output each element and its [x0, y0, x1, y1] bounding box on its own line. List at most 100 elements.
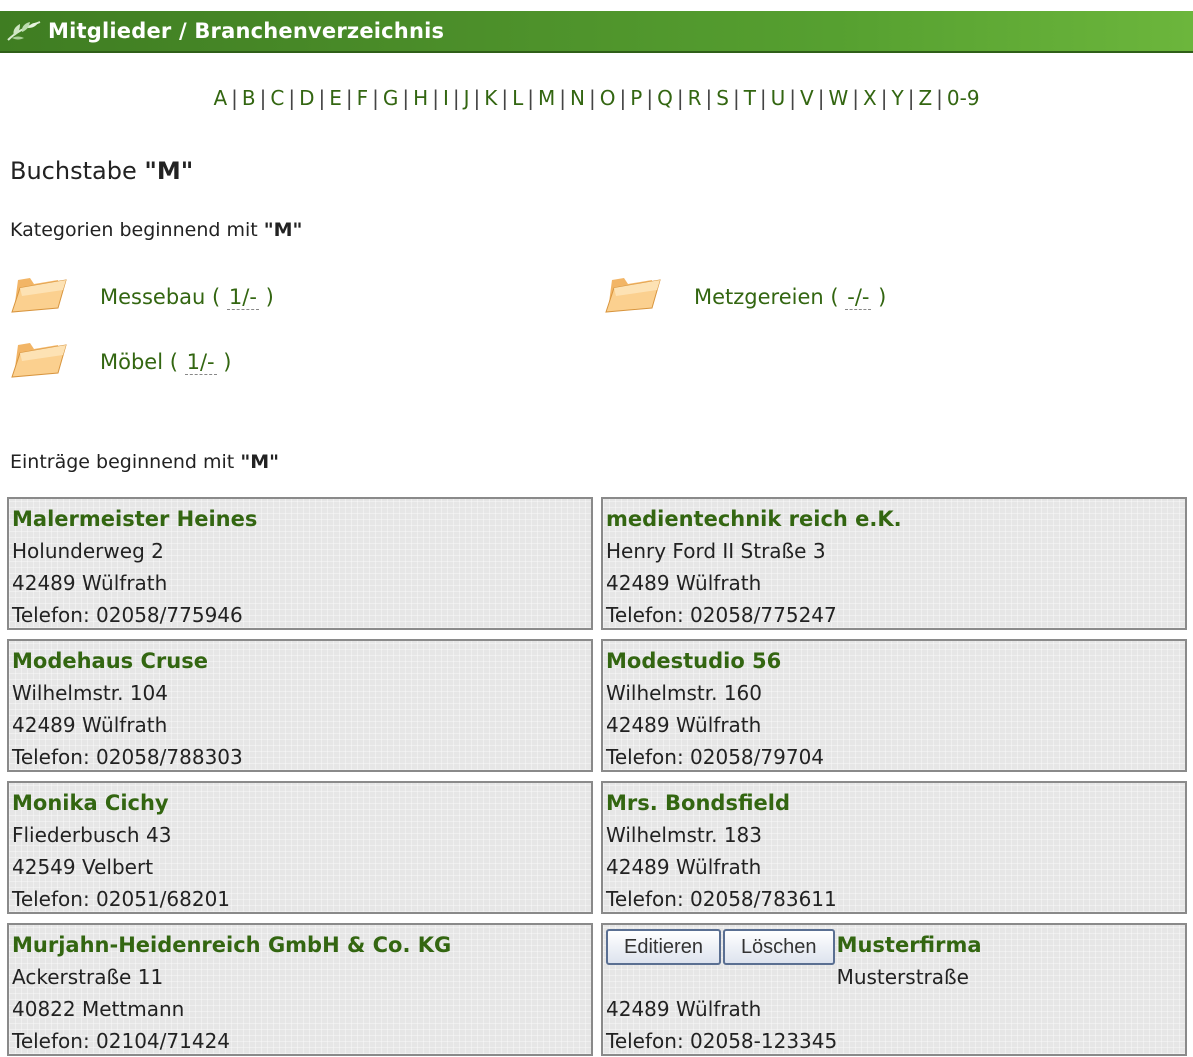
entry-phone: Telefon: 02051/68201: [12, 887, 231, 911]
letter-link-c[interactable]: C: [268, 86, 286, 110]
entry-phone: Telefon: 02058-123345: [606, 1029, 838, 1053]
letter-link-w[interactable]: W: [826, 86, 850, 110]
entry-top-row: Editieren Löschen Musterfirma Musterstra…: [606, 929, 1185, 993]
entry-phone: Telefon: 02058/783611: [606, 887, 837, 911]
letter-link-i[interactable]: I: [441, 86, 451, 110]
category-label: Metzgereien: [694, 285, 824, 309]
separator: |: [231, 86, 238, 110]
category-count: -/-: [845, 285, 872, 310]
entry-street: Holunderweg 2: [12, 539, 164, 563]
folder-icon: [11, 278, 67, 313]
letter-link-u[interactable]: U: [769, 86, 788, 110]
entry-street: Fliederbusch 43: [12, 823, 172, 847]
entry-city: 42489 Wülfrath: [606, 997, 762, 1021]
letter-link-d[interactable]: D: [297, 86, 316, 110]
letter-link-f[interactable]: F: [355, 86, 371, 110]
page-title: Mitglieder / Branchenverzeichnis: [48, 19, 445, 43]
entry-phone: Telefon: 02058/788303: [12, 745, 243, 769]
entry-phone: Telefon: 02104/71424: [12, 1029, 231, 1053]
entry-street: Musterstraße: [836, 965, 969, 989]
letter-link-s[interactable]: S: [714, 86, 731, 110]
separator: |: [619, 86, 627, 110]
separator: |: [452, 86, 460, 110]
entry-card: Modestudio 56 Wilhelmstr. 160 42489 Wülf…: [601, 639, 1187, 772]
entry-phone: Telefon: 02058/79704: [606, 745, 825, 769]
separator: |: [288, 86, 296, 110]
plant-icon: [0, 11, 48, 51]
entry-phone: Telefon: 02058/775247: [606, 603, 837, 627]
separator: |: [732, 86, 740, 110]
entry-name[interactable]: Monika Cichy: [12, 787, 591, 819]
entry-city: 42489 Wülfrath: [606, 713, 762, 737]
categories-heading: Kategorien beginnend mit "M": [10, 219, 303, 241]
letter-link-e[interactable]: E: [327, 86, 344, 110]
separator: |: [559, 86, 567, 110]
letter-link-o[interactable]: O: [598, 86, 618, 110]
separator: |: [473, 86, 481, 110]
entry-card: Monika Cichy Fliederbusch 43 42549 Velbe…: [7, 781, 593, 914]
folder-icon: [605, 278, 661, 313]
separator: |: [372, 86, 379, 110]
entry-city: 40822 Mettmann: [12, 997, 185, 1021]
entry-name[interactable]: Modehaus Cruse: [12, 645, 591, 677]
separator: |: [880, 86, 888, 110]
separator: |: [402, 86, 410, 110]
entry-city: 42489 Wülfrath: [606, 855, 762, 879]
folder-icon: [11, 343, 67, 378]
entry-name[interactable]: medientechnik reich e.K.: [606, 503, 1185, 535]
entry-name[interactable]: Murjahn-Heidenreich GmbH & Co. KG: [12, 929, 591, 961]
entry-name[interactable]: Musterfirma: [837, 929, 982, 961]
separator: |: [676, 86, 684, 110]
entry-street: Henry Ford II Straße 3: [606, 539, 826, 563]
entry-name[interactable]: Modestudio 56: [606, 645, 1185, 677]
entry-card: Malermeister Heines Holunderweg 2 42489 …: [7, 497, 593, 630]
alphabet-nav: A | B | C | D | E | F | G | H | I | J | K | L | M | N | O | P | Q | R | S | T |…: [0, 86, 1193, 110]
letter-link-h[interactable]: H: [411, 86, 430, 110]
letter-link-z[interactable]: Z: [916, 86, 934, 110]
entry-card: Modehaus Cruse Wilhelmstr. 104 42489 Wül…: [7, 639, 593, 772]
separator: |: [789, 86, 797, 110]
entry-street: Wilhelmstr. 183: [606, 823, 763, 847]
category-label: Messebau: [100, 285, 206, 309]
category-metzgereien[interactable]: Metzgereien ( -/- ): [602, 266, 886, 328]
letter-heading: Buchstabe "M": [10, 157, 194, 185]
separator: |: [589, 86, 596, 110]
entry-card: Murjahn-Heidenreich GmbH & Co. KG Ackers…: [7, 923, 593, 1056]
entry-card: Mrs. Bondsfield Wilhelmstr. 183 42489 Wü…: [601, 781, 1187, 914]
letter-link-v[interactable]: V: [798, 86, 816, 110]
letter-link-p[interactable]: P: [628, 86, 644, 110]
letter-link-j[interactable]: J: [462, 86, 472, 110]
separator: |: [817, 86, 825, 110]
separator: |: [345, 86, 353, 110]
letter-link-a[interactable]: A: [211, 86, 229, 110]
entry-card: medientechnik reich e.K. Henry Ford II S…: [601, 497, 1187, 630]
letter-link-t[interactable]: T: [742, 86, 758, 110]
separator: |: [852, 86, 860, 110]
category-moebel[interactable]: Möbel ( 1/- ): [8, 331, 232, 393]
entry-name[interactable]: Malermeister Heines: [12, 503, 591, 535]
separator: |: [705, 86, 713, 110]
delete-button[interactable]: Löschen: [722, 929, 835, 965]
separator: |: [936, 86, 943, 110]
entry-city: 42489 Wülfrath: [12, 571, 168, 595]
separator: |: [759, 86, 767, 110]
letter-link-x[interactable]: X: [861, 86, 879, 110]
letter-link-y[interactable]: Y: [889, 86, 905, 110]
letter-link-0-9[interactable]: 0-9: [945, 86, 982, 110]
letter-link-q[interactable]: Q: [655, 86, 675, 110]
letter-link-k[interactable]: K: [482, 86, 499, 110]
letter-link-l[interactable]: L: [510, 86, 525, 110]
letter-link-r[interactable]: R: [686, 86, 704, 110]
category-count: 1/-: [226, 285, 259, 310]
category-messebau[interactable]: Messebau ( 1/- ): [8, 266, 274, 328]
entry-name[interactable]: Mrs. Bondsfield: [606, 787, 1185, 819]
letter-link-b[interactable]: B: [240, 86, 258, 110]
entry-name-block: Musterfirma Musterstraße: [837, 929, 982, 993]
edit-button[interactable]: Editieren: [606, 929, 721, 965]
letter-link-n[interactable]: N: [568, 86, 587, 110]
separator: |: [907, 86, 915, 110]
entry-city: 42489 Wülfrath: [606, 571, 762, 595]
letter-link-g[interactable]: G: [381, 86, 401, 110]
letter-link-m[interactable]: M: [536, 86, 557, 110]
entry-phone: Telefon: 02058/775946: [12, 603, 243, 627]
